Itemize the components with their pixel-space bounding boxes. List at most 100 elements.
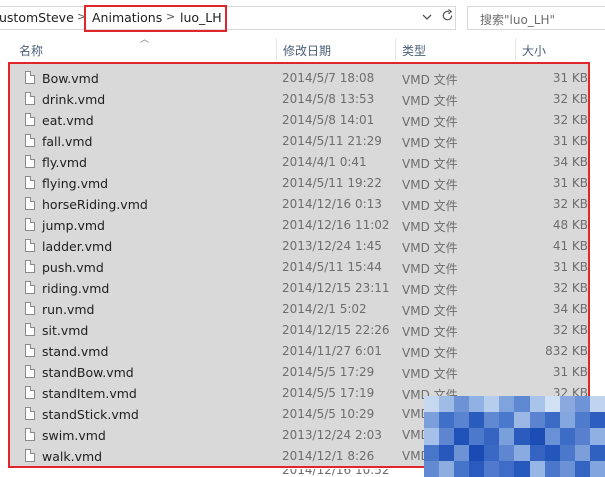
- file-row[interactable]: standBow.vmd 2014/5/5 17:29 VMD 文件 31 KB: [17, 362, 588, 383]
- file-size: 48 KB: [552, 218, 588, 232]
- file-icon: [25, 71, 35, 84]
- file-name: horseRiding.vmd: [42, 197, 148, 212]
- mosaic-tile: [559, 460, 575, 477]
- mosaic-tile: [439, 412, 455, 429]
- mosaic-tile: [544, 396, 560, 413]
- file-row[interactable]: riding.vmd 2014/12/15 23:11 VMD 文件 32 KB: [17, 278, 588, 299]
- mosaic-tile: [484, 428, 500, 445]
- file-date: 2014/12/16 10:52: [282, 469, 390, 477]
- file-name: ladder.vmd: [42, 239, 113, 254]
- mosaic-tile: [454, 460, 470, 477]
- mosaic-tile: [484, 412, 500, 429]
- file-row[interactable]: jump.vmd 2014/12/16 11:02 VMD 文件 48 KB: [17, 215, 588, 236]
- file-size: 31 KB: [552, 176, 588, 190]
- mosaic-tile: [439, 396, 455, 413]
- file-name: fly.vmd: [42, 155, 87, 170]
- mosaic-tile: [514, 460, 530, 477]
- file-name: run.vmd: [42, 302, 95, 317]
- file-row[interactable]: Bow.vmd 2014/5/7 18:08 VMD 文件 31 KB: [17, 68, 588, 89]
- pixelated-overlay: [424, 396, 605, 477]
- mosaic-tile: [544, 444, 560, 461]
- file-icon: [25, 365, 35, 378]
- file-icon: [25, 134, 35, 147]
- search-input[interactable]: 搜索"luo_LH": [480, 11, 555, 28]
- file-size: 41 KB: [552, 239, 588, 253]
- mosaic-tile: [544, 460, 560, 477]
- file-date: 2014/12/15 22:26: [282, 323, 390, 337]
- mosaic-tile: [589, 428, 605, 445]
- mosaic-tile: [544, 428, 560, 445]
- file-date: 2014/5/5 17:19: [282, 386, 375, 400]
- file-row[interactable]: eat.vmd 2014/5/8 14:01 VMD 文件 32 KB: [17, 110, 588, 131]
- mosaic-tile: [484, 460, 500, 477]
- mosaic-tile: [544, 412, 560, 429]
- file-row-partial[interactable]: 2014/12/16 10:52: [17, 469, 417, 477]
- mosaic-tile: [529, 412, 545, 429]
- file-name: sit.vmd: [42, 323, 89, 338]
- file-size: 31 KB: [552, 365, 588, 379]
- file-icon: [25, 428, 35, 441]
- file-row[interactable]: flying.vmd 2014/5/11 19:22 VMD 文件 31 KB: [17, 173, 588, 194]
- search-box[interactable]: 搜索"luo_LH": [467, 6, 605, 30]
- file-date: 2014/5/7 18:08: [282, 71, 375, 85]
- mosaic-tile: [424, 396, 440, 413]
- chevron-down-icon[interactable]: [417, 8, 437, 28]
- file-date: 2014/12/15 23:11: [282, 281, 390, 295]
- file-icon: [25, 323, 35, 336]
- file-row[interactable]: drink.vmd 2014/5/8 13:53 VMD 文件 32 KB: [17, 89, 588, 110]
- mosaic-tile: [589, 460, 605, 477]
- mosaic-tile: [529, 396, 545, 413]
- file-type: VMD 文件: [402, 199, 458, 213]
- mosaic-tile: [514, 396, 530, 413]
- mosaic-tile: [454, 396, 470, 413]
- file-size: 32 KB: [552, 92, 588, 106]
- file-icon: [25, 113, 35, 126]
- file-date: 2014/5/8 14:01: [282, 113, 375, 127]
- file-icon: [25, 344, 35, 357]
- file-row[interactable]: run.vmd 2014/2/1 5:02 VMD 文件 34 KB: [17, 299, 588, 320]
- file-date: 2014/5/8 13:53: [282, 92, 375, 106]
- column-divider[interactable]: [395, 38, 396, 60]
- file-icon: [25, 302, 35, 315]
- file-size: 31 KB: [552, 134, 588, 148]
- sort-ascending-icon: ︿: [140, 35, 150, 45]
- file-row[interactable]: fly.vmd 2014/4/1 0:41 VMD 文件 34 KB: [17, 152, 588, 173]
- file-size: 31 KB: [552, 260, 588, 274]
- address-bar: ustomSteve > Animations > luo_LH 搜索"luo_…: [0, 0, 605, 36]
- refresh-icon[interactable]: [437, 8, 457, 28]
- file-type: VMD 文件: [402, 136, 458, 150]
- file-name: Bow.vmd: [42, 71, 99, 86]
- file-size: 32 KB: [552, 281, 588, 295]
- file-row[interactable]: ladder.vmd 2013/12/24 1:45 VMD 文件 41 KB: [17, 236, 588, 257]
- file-name: jump.vmd: [42, 218, 105, 233]
- mosaic-tile: [499, 396, 515, 413]
- mosaic-tile: [574, 460, 590, 477]
- file-row[interactable]: fall.vmd 2014/5/11 21:29 VMD 文件 31 KB: [17, 131, 588, 152]
- file-name: standBow.vmd: [42, 365, 134, 380]
- column-header-size[interactable]: 大小: [522, 42, 546, 59]
- column-divider[interactable]: [276, 38, 277, 60]
- breadcrumb-item-customsteve[interactable]: ustomSteve: [0, 10, 74, 25]
- column-header-date[interactable]: 修改日期: [283, 42, 331, 59]
- mosaic-tile: [559, 444, 575, 461]
- mosaic-tile: [484, 444, 500, 461]
- file-icon: [25, 218, 35, 231]
- file-row[interactable]: sit.vmd 2014/12/15 22:26 VMD 文件 32 KB: [17, 320, 588, 341]
- file-date: 2014/2/1 5:02: [282, 302, 367, 316]
- file-date: 2013/12/24 1:45: [282, 239, 382, 253]
- file-row[interactable]: stand.vmd 2014/11/27 6:01 VMD 文件 832 KB: [17, 341, 588, 362]
- file-size: 34 KB: [552, 302, 588, 316]
- mosaic-tile: [514, 412, 530, 429]
- file-type: VMD 文件: [402, 346, 458, 360]
- mosaic-tile: [559, 428, 575, 445]
- column-header-type[interactable]: 类型: [402, 42, 426, 59]
- file-type: VMD 文件: [402, 283, 458, 297]
- column-divider[interactable]: [515, 38, 516, 60]
- column-header-name[interactable]: 名称: [19, 42, 43, 59]
- file-row[interactable]: horseRiding.vmd 2014/12/16 0:13 VMD 文件 32 K…: [17, 194, 588, 215]
- mosaic-tile: [529, 460, 545, 477]
- file-row[interactable]: push.vmd 2014/5/11 15:44 VMD 文件 31 KB: [17, 257, 588, 278]
- file-icon: [25, 281, 35, 294]
- mosaic-tile: [469, 428, 485, 445]
- mosaic-tile: [439, 460, 455, 477]
